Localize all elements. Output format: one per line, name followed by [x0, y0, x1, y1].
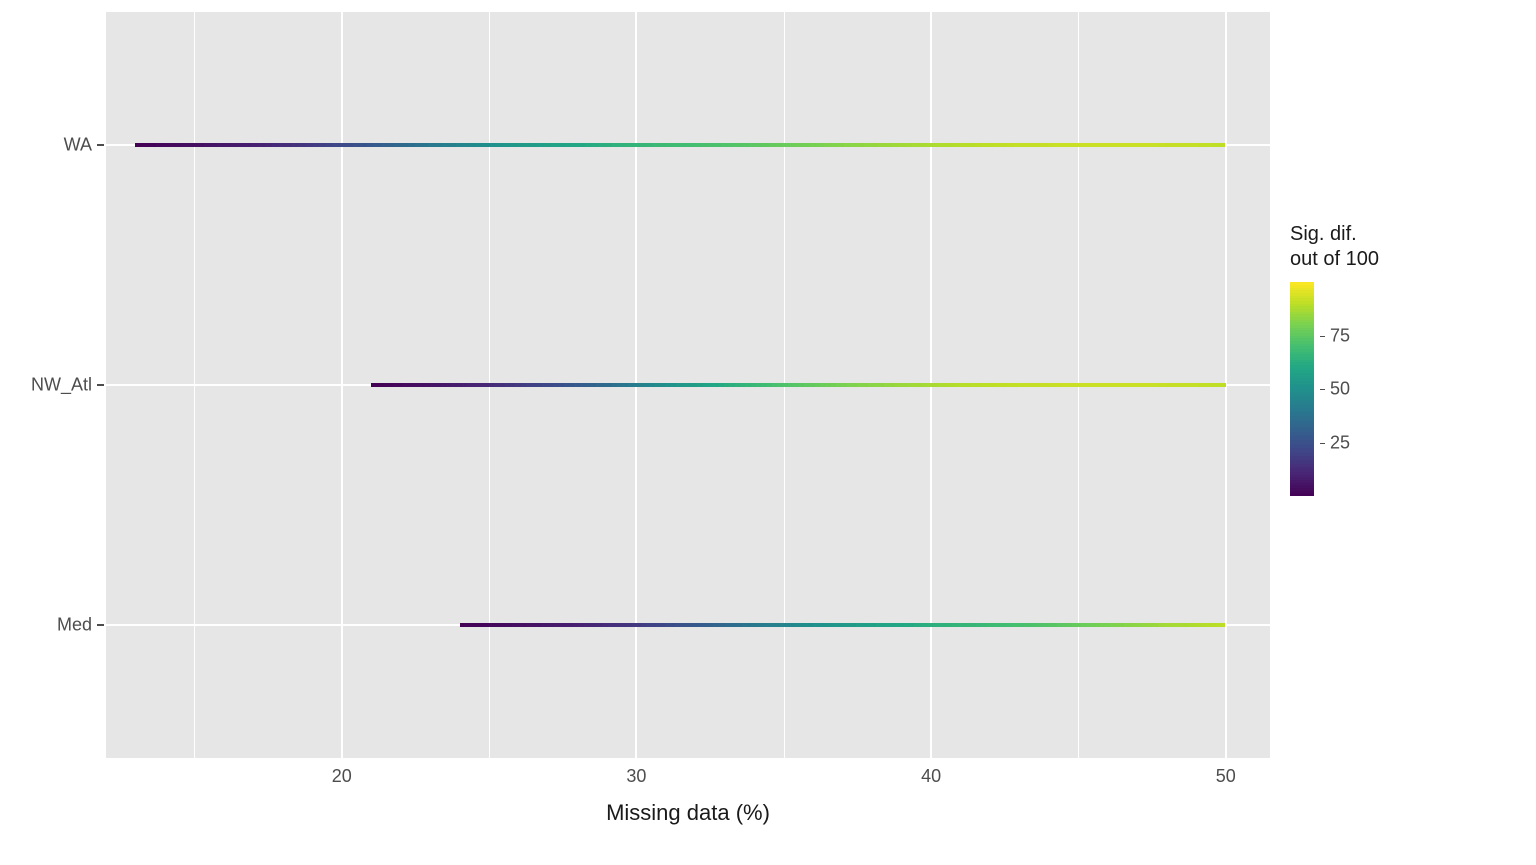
x-tick-label: 20 — [332, 766, 352, 787]
series-NW_Atl — [371, 383, 1226, 387]
x-tick-label: 50 — [1216, 766, 1236, 787]
series-WA — [135, 143, 1225, 147]
y-tick-mark — [97, 384, 104, 386]
x-tick-label: 40 — [921, 766, 941, 787]
legend-colorbar — [1290, 282, 1314, 496]
y-tick-label: WA — [2, 134, 92, 155]
legend-tick-mark — [1320, 443, 1325, 444]
x-axis-label: Missing data (%) — [606, 800, 770, 826]
x-tick-label: 30 — [626, 766, 646, 787]
y-tick-mark — [97, 144, 104, 146]
y-tick-label: NW_Atl — [2, 375, 92, 396]
series-Med — [460, 623, 1226, 627]
legend-tick-mark — [1320, 336, 1325, 337]
legend-tick-label: 25 — [1330, 432, 1350, 453]
legend-title: Sig. dif.out of 100 — [1290, 222, 1520, 272]
chart-container: Missing data (%) Sig. dif.out of 100 25 5… — [0, 0, 1536, 865]
color-legend: Sig. dif.out of 100 25 50 75 — [1290, 222, 1520, 496]
plot-panel — [106, 12, 1270, 758]
legend-tick-mark — [1320, 389, 1325, 390]
legend-tick-label: 75 — [1330, 325, 1350, 346]
y-tick-mark — [97, 624, 104, 626]
legend-tick-label: 50 — [1330, 379, 1350, 400]
y-tick-label: Med — [2, 615, 92, 636]
